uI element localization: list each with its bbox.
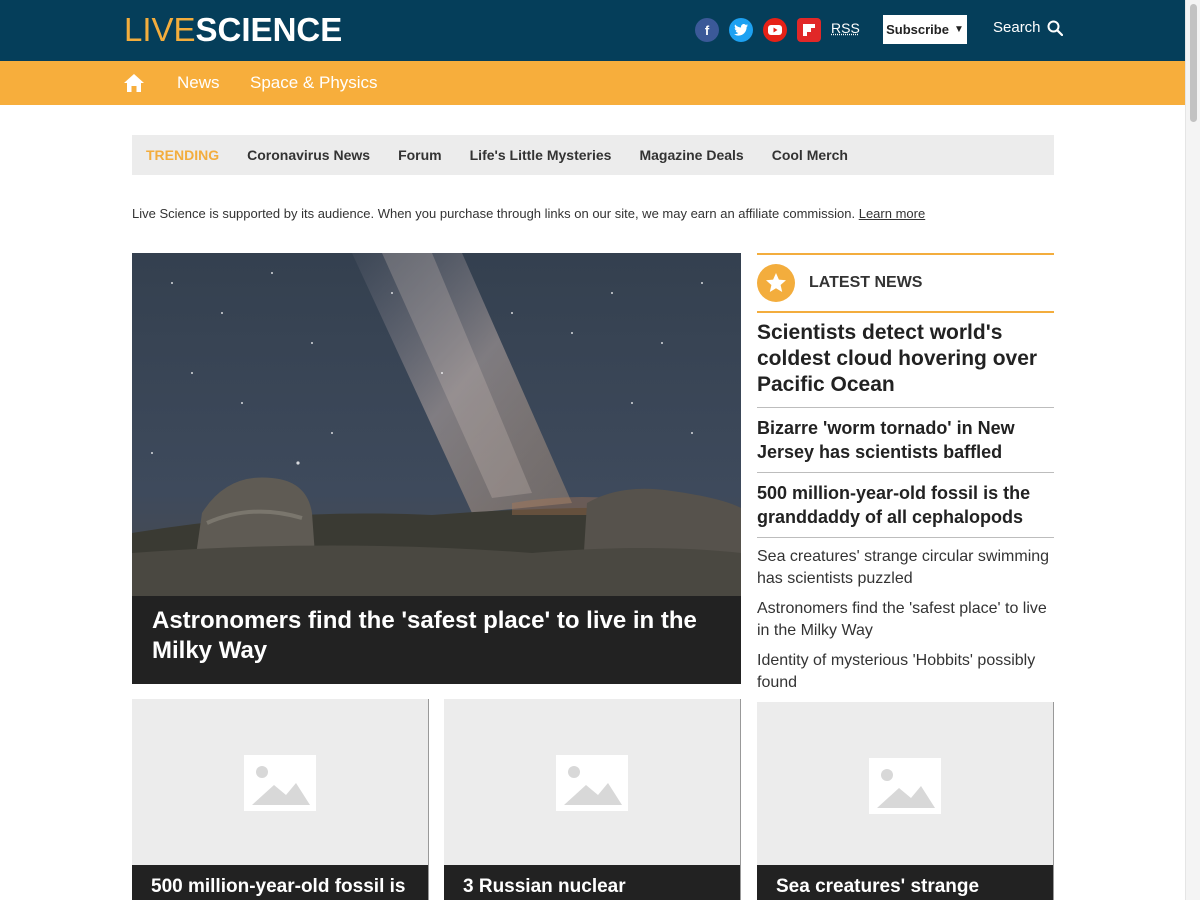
subscribe-label: Subscribe	[886, 22, 949, 37]
trending-item-coronavirus[interactable]: Coronavirus News	[247, 147, 370, 163]
nav-item-space-physics[interactable]: Space & Physics	[250, 73, 378, 93]
hero-headline[interactable]: Astronomers find the 'safest place' to l…	[132, 596, 741, 684]
flipboard-icon[interactable]	[797, 18, 821, 42]
facebook-icon[interactable]: f	[695, 18, 719, 42]
search-button[interactable]: Search	[993, 19, 1063, 36]
twitter-icon[interactable]	[729, 18, 753, 42]
subscribe-button[interactable]: Subscribe ▼	[883, 15, 967, 44]
image-placeholder-icon	[556, 755, 628, 811]
article-card[interactable]: 500 million-year-old fossil is	[132, 699, 429, 900]
facebook-glyph: f	[704, 22, 710, 38]
hero-milky-way-image	[132, 253, 741, 596]
article-card-title[interactable]: 3 Russian nuclear	[444, 865, 740, 900]
latest-news-panel: LATEST NEWS Scientists detect world's co…	[757, 253, 1054, 694]
caret-down-icon: ▼	[953, 24, 964, 35]
trending-item-mysteries[interactable]: Life's Little Mysteries	[470, 147, 612, 163]
logo-science: SCIENCE	[195, 11, 343, 48]
twitter-bird-shape	[734, 24, 748, 36]
star-icon	[757, 264, 795, 302]
image-placeholder-icon	[244, 755, 316, 811]
page-scrollbar[interactable]	[1185, 0, 1200, 900]
site-logo[interactable]: LIVESCIENCE	[124, 13, 342, 47]
search-label: Search	[993, 19, 1041, 36]
affiliate-notice: Live Science is supported by its audienc…	[132, 206, 925, 221]
latest-news-title: LATEST NEWS	[809, 274, 923, 291]
latest-news-header: LATEST NEWS	[757, 253, 1054, 313]
hero-article[interactable]: Astronomers find the 'safest place' to l…	[132, 253, 741, 684]
logo-live: LIVE	[124, 11, 196, 48]
flipboard-shape	[803, 24, 815, 36]
scrollbar-thumb[interactable]	[1190, 4, 1197, 122]
youtube-icon[interactable]	[763, 18, 787, 42]
youtube-play-shape	[768, 25, 782, 35]
main-nav: News Space & Physics	[0, 61, 1185, 105]
site-header: LIVESCIENCE f RSS Subscribe ▼ Search	[0, 0, 1185, 61]
search-icon	[1047, 20, 1063, 36]
article-card-title[interactable]: Sea creatures' strange	[757, 865, 1053, 900]
article-card[interactable]: Sea creatures' strange	[757, 702, 1054, 900]
latest-news-link[interactable]: Sea creatures' strange circular swimming…	[757, 538, 1054, 590]
article-card-title[interactable]: 500 million-year-old fossil is	[132, 865, 428, 900]
trending-item-magazine[interactable]: Magazine Deals	[639, 147, 743, 163]
article-card[interactable]: 3 Russian nuclear	[444, 699, 741, 900]
latest-news-link[interactable]: Astronomers find the 'safest place' to l…	[757, 590, 1054, 642]
learn-more-link[interactable]: Learn more	[859, 206, 925, 221]
trending-item-merch[interactable]: Cool Merch	[772, 147, 848, 163]
nav-item-news[interactable]: News	[177, 73, 220, 93]
latest-news-item[interactable]: Scientists detect world's coldest cloud …	[757, 313, 1054, 408]
star-shape	[766, 273, 786, 292]
image-placeholder-icon	[869, 758, 941, 814]
trending-bar: TRENDING Coronavirus News Forum Life's L…	[132, 135, 1054, 175]
home-icon[interactable]	[123, 73, 145, 93]
affiliate-text: Live Science is supported by its audienc…	[132, 206, 856, 221]
trending-item-forum[interactable]: Forum	[398, 147, 442, 163]
trending-label: TRENDING	[146, 147, 220, 163]
latest-news-link[interactable]: Identity of mysterious 'Hobbits' possibl…	[757, 642, 1054, 694]
latest-news-item[interactable]: Bizarre 'worm tornado' in New Jersey has…	[757, 408, 1054, 473]
latest-news-item[interactable]: 500 million-year-old fossil is the grand…	[757, 473, 1054, 538]
rss-link[interactable]: RSS	[831, 20, 860, 36]
